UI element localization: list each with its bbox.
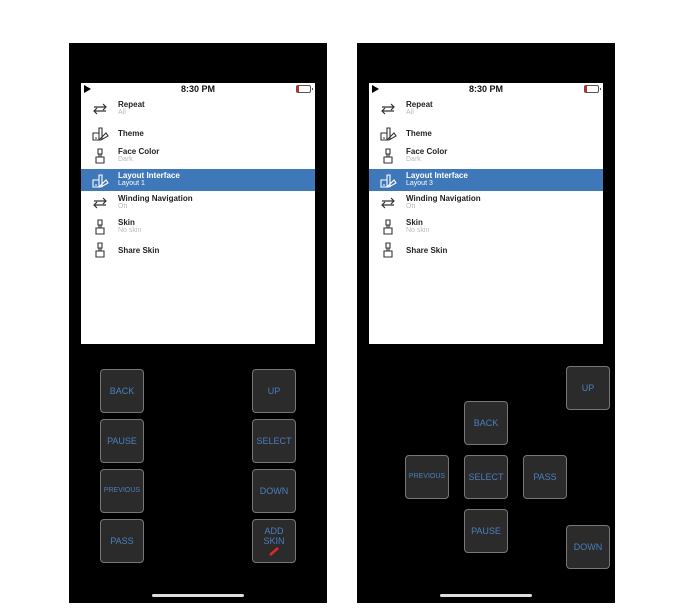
- menu-item-title: Layout Interface: [118, 170, 180, 180]
- pass-button[interactable]: PASS: [100, 519, 144, 563]
- menu-item-skin[interactable]: Skin No skin: [369, 216, 603, 238]
- previous-button[interactable]: PREVIOUS: [405, 455, 449, 499]
- brush-icon: [95, 218, 105, 235]
- menu-item-face-color[interactable]: Face Color Dark: [81, 145, 315, 167]
- menu-item-theme[interactable]: Theme: [81, 122, 315, 144]
- menu-item-title: Repeat: [406, 100, 433, 109]
- menu-item-repeat[interactable]: Repeat All: [369, 98, 603, 120]
- pause-button[interactable]: PAUSE: [464, 509, 508, 553]
- time: 8:30 PM: [468, 84, 503, 94]
- status-bar: 8:30 PM: [369, 83, 603, 97]
- add-skin-button[interactable]: ADD SKIN: [252, 519, 296, 563]
- phone-layout-3: 8:30 PM Repeat All Theme Face Color Dark Layo…: [357, 43, 615, 603]
- brush-icon: [383, 242, 393, 258]
- swatch-icon: [92, 126, 109, 141]
- brush-icon: [95, 148, 105, 164]
- menu-item-theme[interactable]: Theme: [369, 122, 603, 144]
- home-indicator: [440, 594, 532, 597]
- add-skin-label-1: ADD: [264, 526, 284, 536]
- repeat-icon: [381, 103, 395, 115]
- menu-item-winding-navigation[interactable]: Winding Navigation On: [369, 192, 603, 214]
- back-button[interactable]: BACK: [100, 369, 144, 413]
- swatch-icon: [92, 173, 109, 188]
- menu-item-subtitle: Layout 3: [406, 179, 433, 187]
- menu-item-title: Face Color: [118, 147, 160, 156]
- repeat-icon: [93, 197, 107, 209]
- menu-item-title: Theme: [118, 128, 144, 138]
- menu-item-subtitle: Dark: [406, 156, 421, 163]
- menu-screen: 8:30 PM Repeat All Theme Face Color Dark Layo…: [369, 83, 603, 344]
- repeat-icon: [381, 197, 395, 209]
- add-skin-label-2: SKIN: [263, 536, 285, 546]
- menu-item-layout-interface[interactable]: Layout Interface Layout 3: [369, 168, 603, 191]
- menu-item-title: Winding Navigation: [118, 194, 193, 203]
- menu-item-subtitle: Dark: [118, 156, 133, 163]
- menu-screen: 8:30 PM Repeat All Theme Face Color Dark Layo…: [81, 83, 315, 344]
- pass-button[interactable]: PASS: [523, 455, 567, 499]
- menu-item-subtitle: No skin: [406, 226, 430, 234]
- pen-icon: [269, 547, 279, 556]
- time: 8:30 PM: [180, 84, 215, 94]
- menu-item-layout-interface[interactable]: Layout Interface Layout 1: [81, 168, 315, 191]
- menu-item-subtitle: No skin: [118, 226, 142, 234]
- repeat-icon: [93, 103, 107, 115]
- menu-item-title: Share Skin: [406, 246, 448, 255]
- menu-item-title: Winding Navigation: [406, 194, 481, 203]
- menu-item-title: Layout Interface: [406, 170, 468, 180]
- menu-item-subtitle: All: [406, 109, 414, 116]
- menu-item-subtitle: On: [406, 203, 416, 210]
- menu-item-repeat[interactable]: Repeat All: [81, 98, 315, 120]
- brush-icon: [95, 242, 105, 258]
- up-button[interactable]: UP: [252, 369, 296, 413]
- down-button[interactable]: DOWN: [252, 469, 296, 513]
- menu-item-title: Skin: [406, 217, 423, 227]
- pause-button[interactable]: PAUSE: [100, 419, 144, 463]
- brush-icon: [383, 148, 393, 164]
- menu-item-title: Share Skin: [118, 246, 160, 255]
- brush-icon: [383, 218, 393, 235]
- menu-item-share-skin[interactable]: Share Skin: [81, 239, 315, 261]
- down-button[interactable]: DOWN: [566, 525, 610, 569]
- menu-item-title: Face Color: [406, 147, 448, 156]
- battery-icon: [296, 85, 313, 93]
- menu-item-subtitle: All: [118, 109, 126, 116]
- status-bar: 8:30 PM: [81, 83, 315, 97]
- select-button[interactable]: SELECT: [252, 419, 296, 463]
- back-button[interactable]: BACK: [464, 401, 508, 445]
- previous-button[interactable]: PREVIOUS: [100, 469, 144, 513]
- menu-item-title: Repeat: [118, 100, 145, 109]
- menu-item-skin[interactable]: Skin No skin: [81, 216, 315, 238]
- select-button[interactable]: SELECT: [464, 455, 508, 499]
- menu-item-face-color[interactable]: Face Color Dark: [369, 145, 603, 167]
- menu-item-share-skin[interactable]: Share Skin: [369, 239, 603, 261]
- phone-layout-1: 8:30 PM Repeat All Theme Face Color Dark Layo…: [69, 43, 327, 603]
- battery-icon: [584, 85, 601, 93]
- menu-item-title: Skin: [118, 217, 135, 227]
- swatch-icon: [380, 126, 397, 141]
- menu-item-subtitle: Layout 1: [118, 179, 145, 187]
- home-indicator: [152, 594, 244, 597]
- menu-item-subtitle: On: [118, 203, 128, 210]
- menu-item-title: Theme: [406, 128, 432, 138]
- swatch-icon: [380, 173, 397, 188]
- up-button[interactable]: UP: [566, 366, 610, 410]
- menu-item-winding-navigation[interactable]: Winding Navigation On: [81, 192, 315, 214]
